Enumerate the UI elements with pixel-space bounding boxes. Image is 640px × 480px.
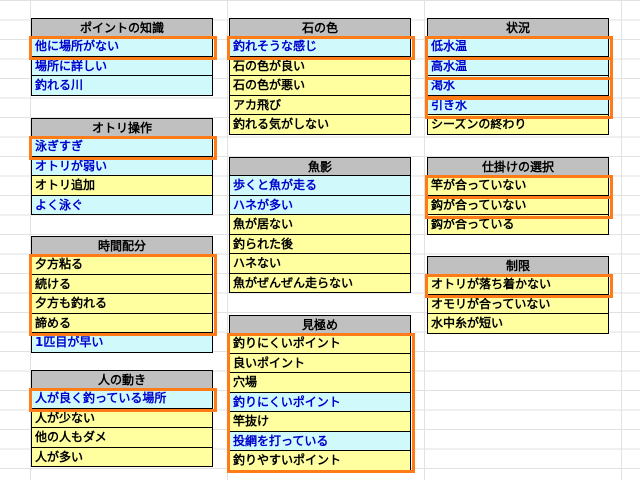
group-header[interactable]: 制限	[427, 256, 609, 275]
cell-item[interactable]: 釣られた後	[229, 234, 411, 254]
group-header[interactable]: 仕掛けの選択	[427, 157, 609, 176]
cell-item[interactable]: 竿抜け	[229, 412, 411, 432]
cell-item[interactable]: オモリが合っていない	[427, 294, 609, 314]
cell-item[interactable]: 竿が合っていない	[427, 176, 609, 196]
cell-item[interactable]: 続ける	[31, 274, 213, 294]
cell-item[interactable]: 鈎が合っていない	[427, 195, 609, 215]
cell-item[interactable]: 釣りやすいポイント	[229, 451, 411, 471]
group-rig-selection: 仕掛けの選択 竿が合っていない 鈎が合っていない 鈎が合っている	[425, 157, 613, 235]
cell-item[interactable]: 泳ぎすぎ	[31, 137, 213, 157]
cell-item[interactable]: 釣れそうな感じ	[229, 37, 411, 57]
cell-item[interactable]: 他の人もダメ	[31, 428, 213, 448]
group-header[interactable]: 魚影	[229, 157, 411, 176]
group-header[interactable]: ポイントの知識	[31, 18, 213, 37]
group-judgment: 見極め 釣りにくいポイント 良いポイント 穴場 釣りにくいポイント 竿抜け 投網…	[227, 315, 415, 473]
cell-item[interactable]: 釣れる川	[31, 76, 213, 96]
group-situation: 状況 低水温 高水温 渇水 引き水 シーズンの終わり	[425, 18, 613, 135]
group-header[interactable]: 見極め	[229, 315, 411, 334]
cell-item[interactable]: 夕方も釣れる	[31, 294, 213, 314]
cell-item[interactable]: シーズンの終わり	[427, 115, 609, 135]
cell-item[interactable]: オトリが弱い	[31, 156, 213, 176]
cell-item[interactable]: 石の色が悪い	[229, 76, 411, 96]
cell-item[interactable]: 引き水	[427, 95, 609, 115]
cell-item[interactable]: 渇水	[427, 76, 609, 96]
cell-item[interactable]: 釣りにくいポイント	[229, 334, 411, 354]
cell-item[interactable]: 1匹目が早い	[31, 333, 213, 353]
cell-item[interactable]: 人が良く釣っている場所	[31, 389, 213, 409]
cell-item[interactable]: アカ飛び	[229, 95, 411, 115]
group-header[interactable]: 状況	[427, 18, 609, 37]
cell-item[interactable]: ハネが多い	[229, 195, 411, 215]
cell-item[interactable]: 釣れる気がしない	[229, 115, 411, 135]
cell-item[interactable]: 投網を打っている	[229, 431, 411, 451]
group-restriction: 制限 オトリが落ち着かない オモリが合っていない 水中糸が短い	[425, 256, 613, 334]
cell-item[interactable]: 魚が居ない	[229, 215, 411, 235]
cell-item[interactable]: 高水温	[427, 56, 609, 76]
group-people-movement: 人の動き 人が良く釣っている場所 人が少ない 他の人もダメ 人が多い	[29, 370, 217, 467]
group-header[interactable]: 人の動き	[31, 370, 213, 389]
cell-item[interactable]: 夕方粘る	[31, 255, 213, 275]
group-stone-color: 石の色 釣れそうな感じ 石の色が良い 石の色が悪い アカ飛び 釣れる気がしない	[227, 18, 415, 135]
cell-item[interactable]: 鈎が合っている	[427, 215, 609, 235]
cell-item[interactable]: オトリが落ち着かない	[427, 275, 609, 295]
group-otori-control: オトリ操作 泳ぎすぎ オトリが弱い オトリ追加 よく泳ぐ	[29, 118, 217, 215]
cell-item[interactable]: 諦める	[31, 313, 213, 333]
cell-item[interactable]: よく泳ぐ	[31, 195, 213, 215]
cell-item[interactable]: 場所に詳しい	[31, 56, 213, 76]
group-point-knowledge: ポイントの知識 他に場所がない 場所に詳しい 釣れる川	[29, 18, 217, 96]
cell-item[interactable]: 釣りにくいポイント	[229, 392, 411, 412]
group-header[interactable]: オトリ操作	[31, 118, 213, 137]
cell-item[interactable]: 穴場	[229, 373, 411, 393]
group-header[interactable]: 時間配分	[31, 236, 213, 255]
cell-item[interactable]: 水中糸が短い	[427, 314, 609, 334]
cell-item[interactable]: ハネない	[229, 254, 411, 274]
cell-item[interactable]: 魚がぜんぜん走らない	[229, 273, 411, 293]
cell-item[interactable]: 人が多い	[31, 447, 213, 467]
cell-item[interactable]: 良いポイント	[229, 353, 411, 373]
cell-item[interactable]: オトリ追加	[31, 176, 213, 196]
group-time-allocation: 時間配分 夕方粘る 続ける 夕方も釣れる 諦める 1匹目が早い	[29, 236, 217, 353]
group-header[interactable]: 石の色	[229, 18, 411, 37]
cell-item[interactable]: 石の色が良い	[229, 56, 411, 76]
cell-item[interactable]: 低水温	[427, 37, 609, 57]
cell-item[interactable]: 歩くと魚が走る	[229, 176, 411, 196]
cell-item[interactable]: 他に場所がない	[31, 37, 213, 57]
cell-item[interactable]: 人が少ない	[31, 408, 213, 428]
group-fish-shadow: 魚影 歩くと魚が走る ハネが多い 魚が居ない 釣られた後 ハネない 魚がぜんぜん…	[229, 157, 411, 293]
